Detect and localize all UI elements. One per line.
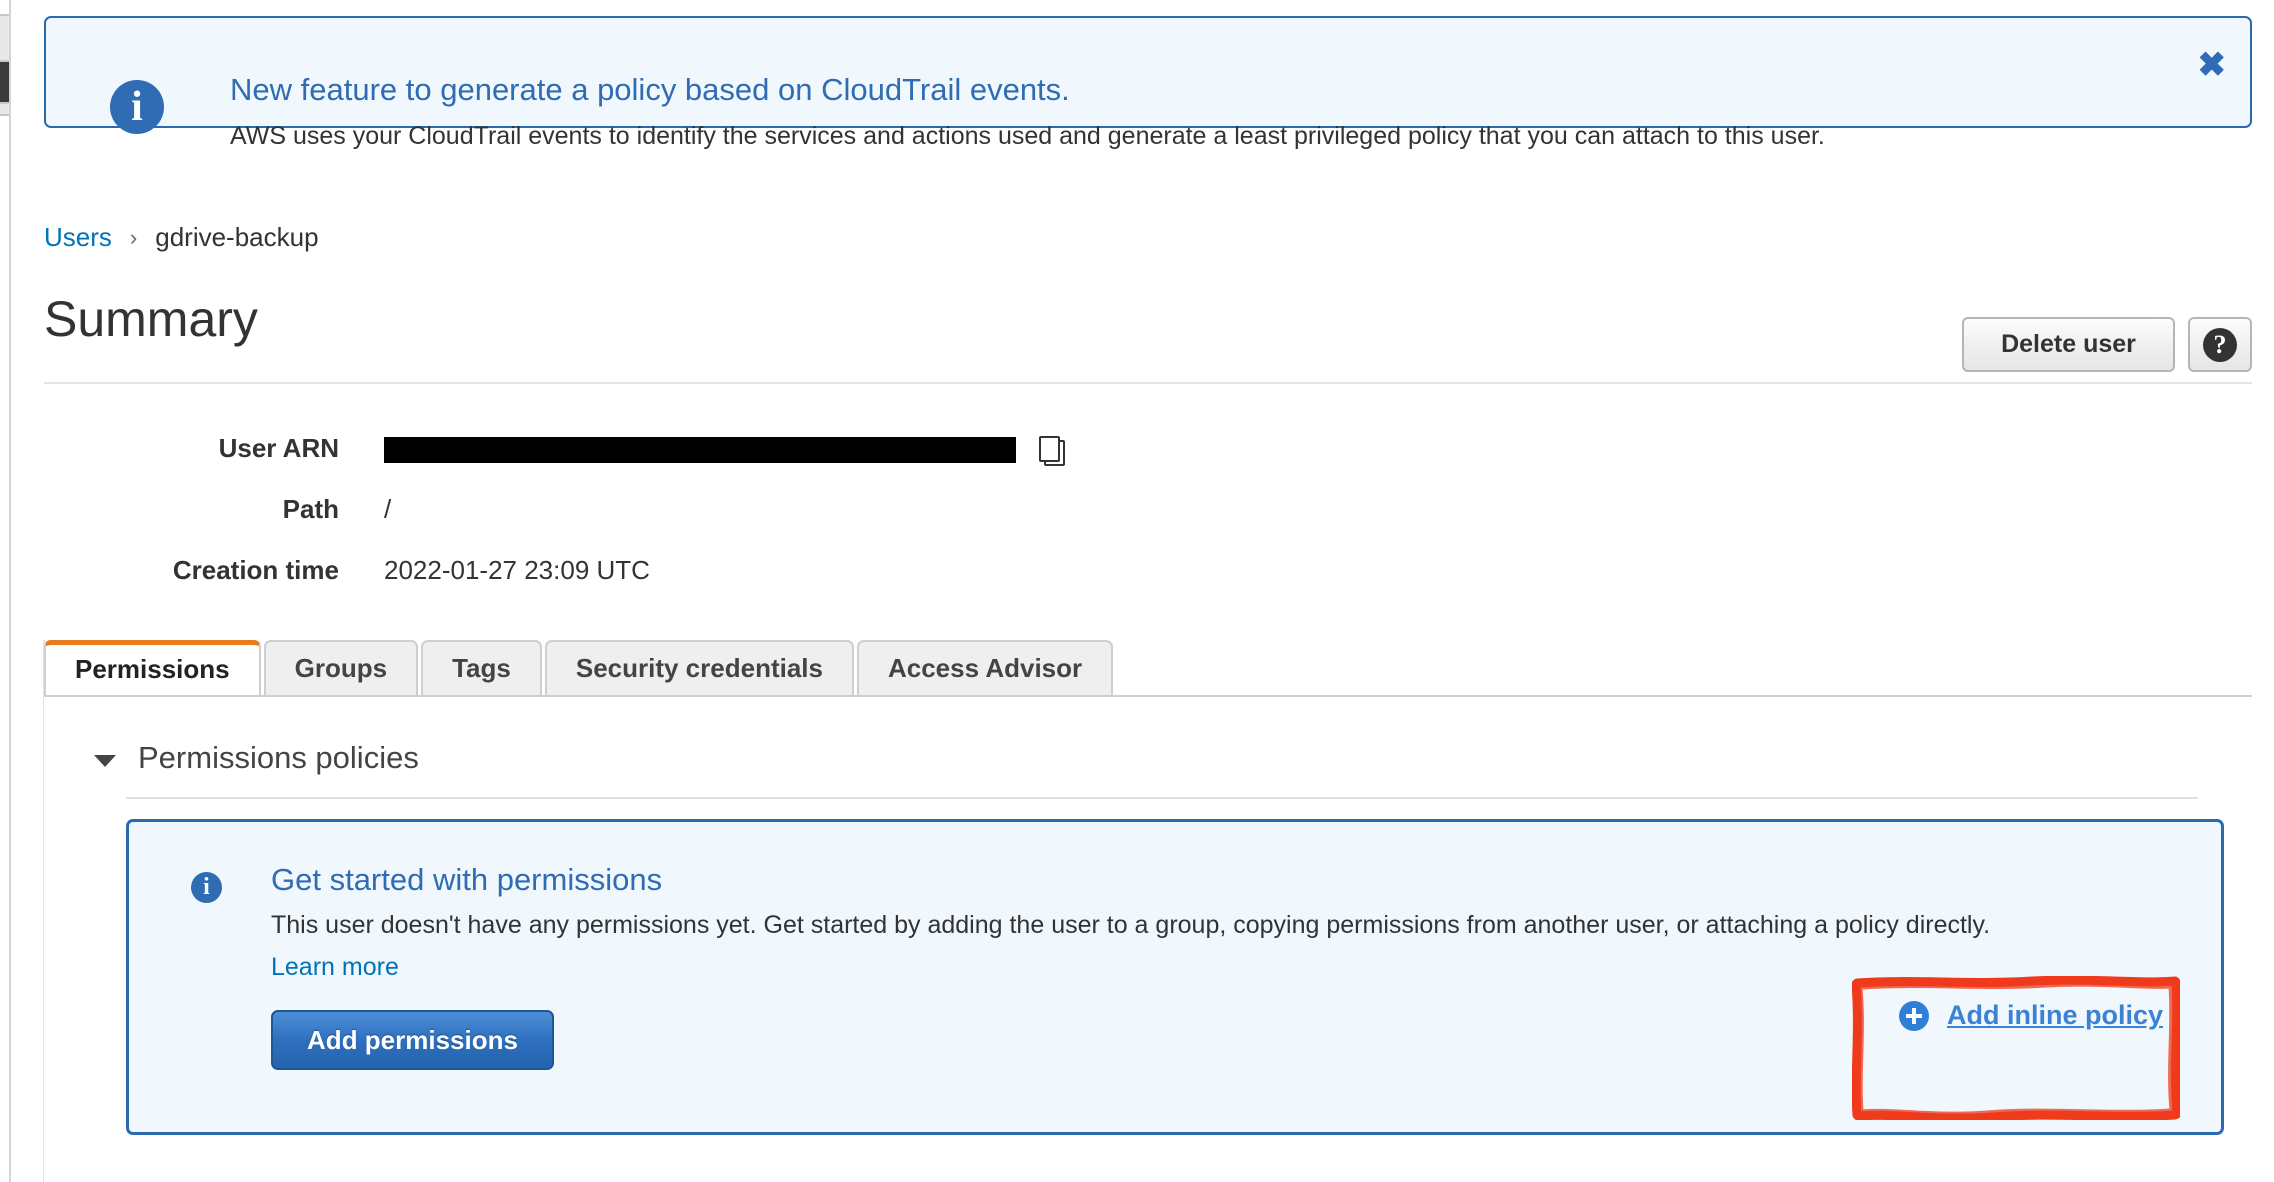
banner-body: AWS uses your CloudTrail events to ident… bbox=[230, 122, 1825, 151]
section-divider bbox=[126, 797, 2198, 799]
detail-label-user-arn: User ARN bbox=[44, 433, 339, 464]
breadcrumb-link-users[interactable]: Users bbox=[44, 222, 112, 253]
question-mark-icon: ? bbox=[2203, 328, 2237, 362]
permissions-tab-panel: Permissions policies i Get started with … bbox=[44, 695, 2252, 1182]
get-started-callout: i Get started with permissions This user… bbox=[126, 819, 2224, 1135]
close-icon[interactable]: ✖ bbox=[2198, 48, 2227, 82]
chrome-artifact bbox=[0, 102, 9, 116]
chrome-artifact bbox=[0, 14, 9, 62]
page-title: Summary bbox=[44, 290, 258, 348]
cloudtrail-feature-banner: i New feature to generate a policy based… bbox=[44, 16, 2252, 128]
detail-row-path: Path / bbox=[44, 494, 391, 525]
learn-more-link[interactable]: Learn more bbox=[271, 953, 399, 982]
detail-label-path: Path bbox=[44, 494, 339, 525]
info-circle-icon: i bbox=[110, 80, 164, 134]
add-inline-policy-label: Add inline policy bbox=[1947, 1000, 2163, 1031]
chevron-right-icon: › bbox=[130, 225, 137, 251]
breadcrumb-current-user: gdrive-backup bbox=[155, 222, 318, 253]
chevron-down-icon bbox=[94, 755, 116, 767]
copy-icon[interactable] bbox=[1039, 436, 1065, 464]
detail-value-user-arn bbox=[384, 433, 1065, 464]
title-divider bbox=[44, 382, 2252, 384]
detail-value-path: / bbox=[384, 494, 391, 525]
iam-user-summary-page: i New feature to generate a policy based… bbox=[0, 0, 2274, 1182]
add-inline-policy-link[interactable]: Add inline policy bbox=[1899, 1000, 2163, 1031]
detail-row-user-arn: User ARN bbox=[44, 433, 1065, 464]
console-left-edge bbox=[0, 0, 11, 1182]
tab-tags[interactable]: Tags bbox=[421, 640, 542, 696]
detail-row-creation-time: Creation time 2022-01-27 23:09 UTC bbox=[44, 555, 650, 586]
detail-value-creation-time: 2022-01-27 23:09 UTC bbox=[384, 555, 650, 586]
delete-user-button[interactable]: Delete user bbox=[1962, 317, 2175, 372]
permissions-policies-section-toggle[interactable]: Permissions policies bbox=[94, 740, 419, 776]
info-circle-icon: i bbox=[191, 872, 222, 903]
redacted-value-bar bbox=[384, 437, 1016, 463]
help-button[interactable]: ? bbox=[2188, 317, 2252, 372]
add-permissions-button[interactable]: Add permissions bbox=[271, 1010, 554, 1070]
tab-access-advisor[interactable]: Access Advisor bbox=[857, 640, 1113, 696]
tab-permissions[interactable]: Permissions bbox=[44, 640, 261, 696]
detail-label-creation-time: Creation time bbox=[44, 555, 339, 586]
callout-body: This user doesn't have any permissions y… bbox=[271, 911, 1990, 940]
plus-circle-icon bbox=[1899, 1001, 1929, 1031]
chrome-artifact bbox=[0, 62, 9, 102]
breadcrumb: Users › gdrive-backup bbox=[44, 222, 319, 253]
callout-title: Get started with permissions bbox=[271, 862, 662, 898]
tab-security-credentials[interactable]: Security credentials bbox=[545, 640, 854, 696]
banner-title: New feature to generate a policy based o… bbox=[230, 72, 1070, 108]
tab-groups[interactable]: Groups bbox=[264, 640, 418, 696]
user-detail-tabs: Permissions Groups Tags Security credent… bbox=[44, 640, 2252, 696]
permissions-policies-heading: Permissions policies bbox=[138, 740, 419, 776]
